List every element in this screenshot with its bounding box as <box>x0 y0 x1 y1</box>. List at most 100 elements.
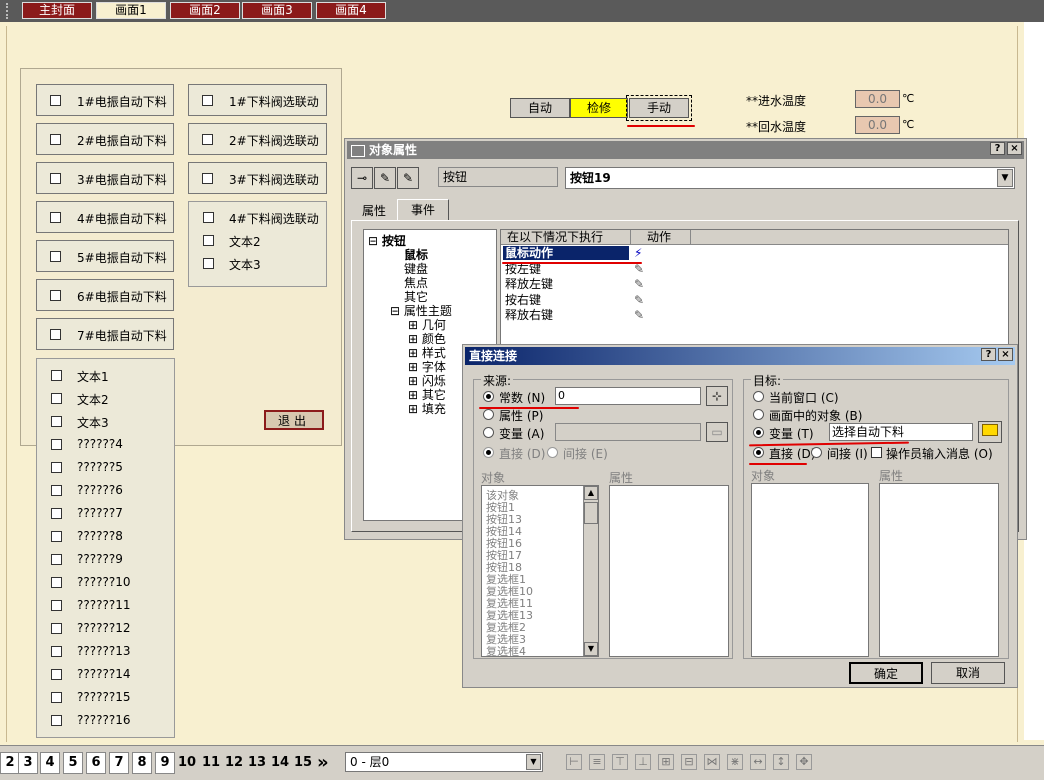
lightning-outline-icon[interactable]: ✎ <box>634 277 644 291</box>
variable-radio[interactable] <box>483 427 494 438</box>
same-width-icon[interactable]: ↔ <box>750 754 766 770</box>
ok-button[interactable]: 确定 <box>849 662 923 684</box>
tab-main-cover[interactable]: 主封面 <box>22 2 92 19</box>
chevron-down-icon[interactable]: ▼ <box>584 642 598 656</box>
property-radio[interactable] <box>483 409 494 420</box>
valve-1-link-button[interactable]: 1#下料阀选联动 <box>188 84 327 116</box>
table-row[interactable]: 按右键 <box>503 293 541 307</box>
maintenance-mode-button[interactable]: 检修 <box>570 98 628 118</box>
source-direct-radio <box>483 447 494 458</box>
target-direct-label: 直接 (D) <box>769 447 816 461</box>
tab-screen-2[interactable]: 画面2 <box>170 2 240 19</box>
tab-screen-3[interactable]: 画面3 <box>242 2 312 19</box>
center-horizontal-icon[interactable]: ⊞ <box>658 754 674 770</box>
target-object-header: 对象 <box>751 469 776 483</box>
vibrator-7-auto-button[interactable]: 7#电振自动下料 <box>36 318 174 350</box>
vibrator-2-auto-button[interactable]: 2#电振自动下料 <box>36 123 174 155</box>
vibrator-1-auto-button[interactable]: 1#电振自动下料 <box>36 84 174 116</box>
table-row[interactable]: 释放左键 <box>503 277 553 291</box>
page-14-button[interactable]: 14 <box>271 755 289 770</box>
same-height-icon[interactable]: ↕ <box>773 754 789 770</box>
page-10-button[interactable]: 10 <box>178 755 196 770</box>
lightning-outline-icon[interactable]: ✎ <box>634 308 644 322</box>
distribute-horizontal-icon[interactable]: ⋈ <box>704 754 720 770</box>
help-button[interactable]: ? <box>981 348 996 361</box>
distribute-vertical-icon[interactable]: ⋇ <box>727 754 743 770</box>
page-4-button[interactable]: 4 <box>40 752 60 774</box>
pin-icon[interactable]: ⊸ <box>351 167 373 189</box>
page-5-button[interactable]: 5 <box>63 752 83 774</box>
current-window-radio[interactable] <box>753 391 764 402</box>
auto-mode-button[interactable]: 自动 <box>510 98 570 118</box>
table-row[interactable]: 鼠标动作 <box>503 246 629 260</box>
exit-button[interactable]: 退出 <box>264 410 324 430</box>
align-top-icon[interactable]: ⊤ <box>612 754 628 770</box>
dropper-icon[interactable]: ✎ <box>374 167 396 189</box>
page-6-button[interactable]: 6 <box>86 752 106 774</box>
page-8-button[interactable]: 8 <box>132 752 152 774</box>
manual-mode-button[interactable]: 手动 <box>626 95 692 121</box>
target-variable-radio[interactable] <box>753 427 764 438</box>
tab-events[interactable]: 事件 <box>397 199 449 221</box>
tree-node-fill[interactable]: ⊞ 填充 <box>408 400 446 417</box>
constant-value-input[interactable]: 0 <box>555 387 701 405</box>
object-name-select[interactable]: 按钮19 ▼ <box>565 167 1015 189</box>
page-13-button[interactable]: 13 <box>248 755 266 770</box>
folder-icon[interactable] <box>978 421 1002 443</box>
page-12-button[interactable]: 12 <box>225 755 243 770</box>
tag-browse-icon[interactable]: ⊹ <box>706 386 728 406</box>
target-property-list[interactable] <box>879 483 999 657</box>
column-header-condition[interactable]: 在以下情况下执行 <box>501 230 631 245</box>
chevron-down-icon[interactable]: ▼ <box>997 169 1013 187</box>
page-15-button[interactable]: 15 <box>294 755 312 770</box>
close-button[interactable]: × <box>998 348 1013 361</box>
next-pages-button[interactable]: » <box>317 752 329 773</box>
table-row[interactable]: 释放右键 <box>503 308 553 322</box>
lightning-outline-icon[interactable]: ✎ <box>634 293 644 307</box>
page-9-button[interactable]: 9 <box>155 752 175 774</box>
operator-message-checkbox[interactable] <box>871 447 882 458</box>
page-3-button[interactable]: 3 <box>18 752 38 774</box>
tab-properties[interactable]: 属性 <box>353 202 395 220</box>
chevron-down-icon[interactable]: ▼ <box>526 754 541 770</box>
close-button[interactable]: × <box>1007 142 1022 155</box>
layer-select[interactable]: 0 - 层0 ▼ <box>345 752 543 772</box>
lightning-icon[interactable]: ⚡ <box>634 246 642 260</box>
scrollbar-thumb[interactable] <box>584 502 598 524</box>
object-in-screen-radio[interactable] <box>753 409 764 420</box>
tab-screen-1[interactable]: 画面1 <box>96 2 166 19</box>
source-property-list[interactable] <box>609 485 729 657</box>
same-size-icon[interactable]: ✥ <box>796 754 812 770</box>
page-11-button[interactable]: 11 <box>202 755 220 770</box>
vibrator-5-auto-button[interactable]: 5#电振自动下料 <box>36 240 174 272</box>
vibrator-4-auto-button[interactable]: 4#电振自动下料 <box>36 201 174 233</box>
scrollbar[interactable]: ▲ ▼ <box>583 486 598 656</box>
help-button[interactable]: ? <box>990 142 1005 155</box>
valve-2-link-button[interactable]: 2#下料阀选联动 <box>188 123 327 155</box>
align-left-icon[interactable]: ⊢ <box>566 754 582 770</box>
column-header-filler <box>691 230 1008 245</box>
target-variable-input[interactable]: 选择自动下料 <box>829 423 973 441</box>
lightning-outline-icon[interactable]: ✎ <box>634 262 644 276</box>
vibrator-3-auto-button[interactable]: 3#电振自动下料 <box>36 162 174 194</box>
target-indirect-radio[interactable] <box>811 447 822 458</box>
toolbar-grip[interactable] <box>6 3 14 19</box>
table-row[interactable]: 按左键 <box>503 262 541 276</box>
align-center-icon[interactable]: ≡ <box>589 754 605 770</box>
target-direct-radio[interactable] <box>753 447 764 458</box>
tab-screen-4[interactable]: 画面4 <box>316 2 386 19</box>
target-object-list[interactable] <box>751 483 869 657</box>
page-2-button[interactable]: 2 <box>0 752 20 774</box>
page-7-button[interactable]: 7 <box>109 752 129 774</box>
tree-node-button[interactable]: ⊟ 按钮 <box>368 232 406 249</box>
valve-3-link-button[interactable]: 3#下料阀选联动 <box>188 162 327 194</box>
chevron-up-icon[interactable]: ▲ <box>584 486 598 500</box>
column-header-action[interactable]: 动作 <box>631 230 691 245</box>
constant-radio[interactable] <box>483 391 494 402</box>
align-bottom-icon[interactable]: ⊥ <box>635 754 651 770</box>
vibrator-6-auto-button[interactable]: 6#电振自动下料 <box>36 279 174 311</box>
source-object-list[interactable]: 该对象 按钮1 按钮13 按钮14 按钮16 按钮17 按钮18 复选框1 复选… <box>481 485 599 657</box>
dropper-red-icon[interactable]: ✎ <box>397 167 419 189</box>
center-vertical-icon[interactable]: ⊟ <box>681 754 697 770</box>
cancel-button[interactable]: 取消 <box>931 662 1005 684</box>
